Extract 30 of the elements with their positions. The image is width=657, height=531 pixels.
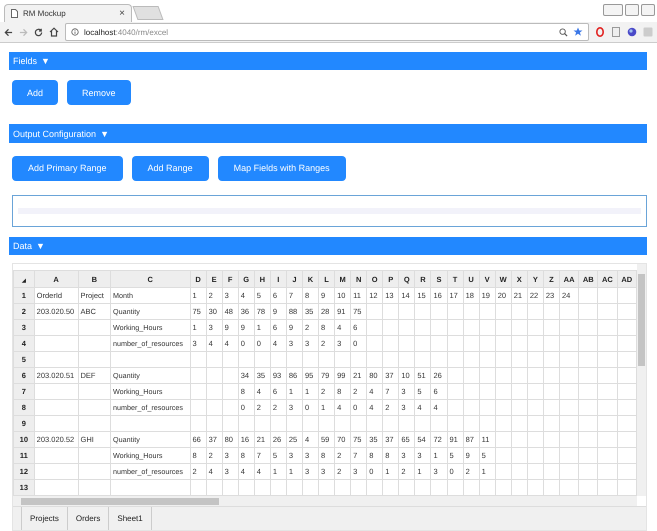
- section-header[interactable]: Data ▼: [9, 236, 647, 256]
- action-button[interactable]: Add Range: [132, 156, 209, 181]
- section-header[interactable]: Fields ▼: [9, 52, 647, 70]
- vertical-scrollbar[interactable]: [637, 264, 646, 496]
- browser-tab[interactable]: RM Mockup ×: [4, 4, 132, 22]
- maximize-button[interactable]: [641, 4, 655, 16]
- forward-icon[interactable]: [19, 28, 28, 36]
- action-button[interactable]: Remove: [67, 80, 131, 106]
- action-button[interactable]: Map Fields with Ranges: [218, 156, 346, 181]
- back-icon[interactable]: [4, 28, 13, 36]
- minimize-button[interactable]: [625, 4, 639, 16]
- ring-icon[interactable]: [595, 27, 605, 37]
- action-button[interactable]: Add Primary Range: [12, 156, 123, 181]
- star-icon[interactable]: [573, 27, 583, 37]
- section-header[interactable]: Output Configuration ▼: [9, 124, 647, 143]
- address-bar[interactable]: localhost:4040/rm/excel: [65, 23, 589, 41]
- home-icon[interactable]: [49, 27, 59, 37]
- profile-button[interactable]: [603, 4, 623, 16]
- extension-icon[interactable]: [643, 27, 653, 37]
- globe-icon[interactable]: [627, 27, 637, 37]
- reload-icon[interactable]: [34, 28, 43, 36]
- sheet-tab[interactable]: Projects: [21, 506, 68, 530]
- close-tab-button[interactable]: ×: [119, 8, 125, 19]
- info-icon: [71, 28, 79, 36]
- document-icon[interactable]: [611, 27, 621, 37]
- action-button[interactable]: Add: [12, 80, 58, 106]
- page-icon: [11, 9, 18, 18]
- new-tab-button[interactable]: [132, 6, 164, 20]
- zoom-icon[interactable]: [559, 28, 568, 36]
- horizontal-scrollbar[interactable]: [13, 496, 637, 506]
